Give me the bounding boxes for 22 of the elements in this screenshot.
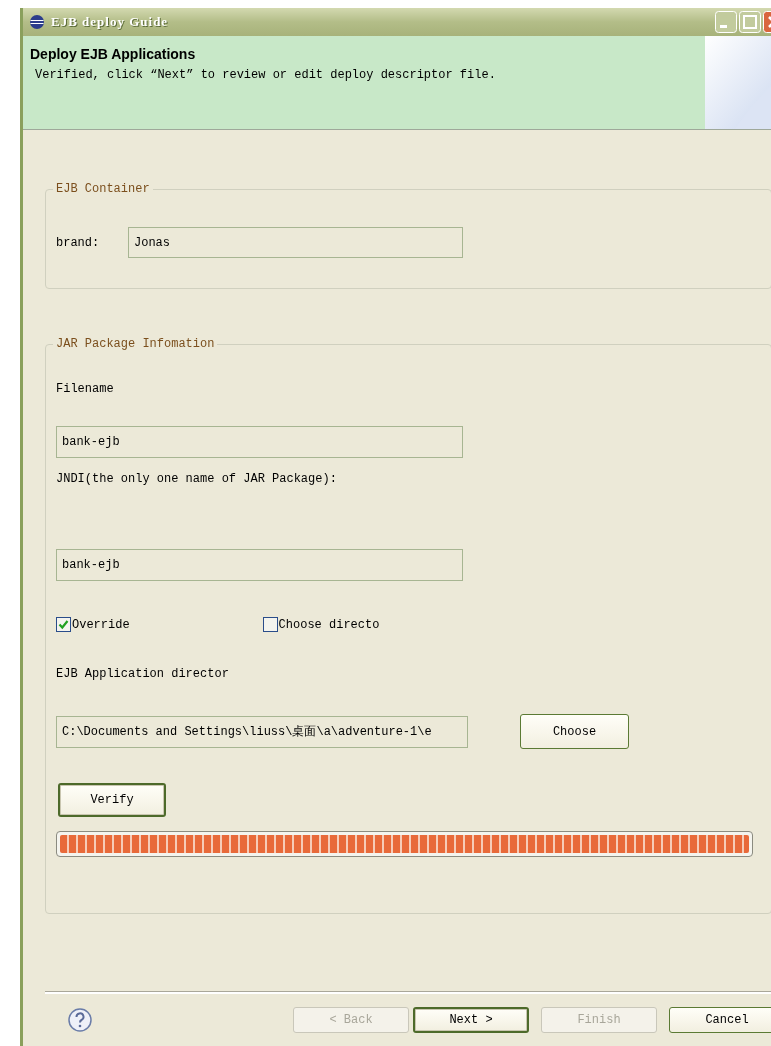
group-title: JAR Package Infomation — [53, 337, 218, 351]
field-label: EJB Application director — [56, 667, 229, 681]
page-title: Deploy EJB Applications — [30, 46, 197, 62]
verify-button[interactable]: Verify — [58, 783, 166, 817]
brand-field[interactable]: Jonas — [128, 227, 463, 258]
field-label: JNDI(the only one name of JAR Package): — [56, 472, 337, 486]
checkbox[interactable] — [262, 617, 278, 632]
filename-field[interactable]: bank-ejb — [56, 426, 463, 458]
globe-icon — [29, 14, 45, 30]
checkbox[interactable] — [56, 617, 71, 632]
field-label: Filename — [56, 382, 114, 396]
checkbox-label: Override — [72, 617, 130, 632]
wizard-button[interactable]: Next > — [413, 1007, 529, 1033]
field-label: brand: — [56, 235, 101, 250]
choose-button[interactable]: Choose — [520, 714, 629, 749]
help-icon[interactable] — [68, 1008, 92, 1032]
wizard-button[interactable]: Cancel — [669, 1007, 771, 1033]
checkbox-label: Choose directo — [278, 617, 380, 632]
page-message: Verified, click “Next” to review or edit deploy descriptor file. — [35, 68, 497, 82]
directory-field[interactable]: C:\Documents and Settings\liuss\桌面\a\adventure-1\e — [56, 715, 468, 748]
window-title: EJB deploy Guide — [51, 14, 169, 30]
jndi-field[interactable]: bank-ejb — [56, 549, 463, 581]
